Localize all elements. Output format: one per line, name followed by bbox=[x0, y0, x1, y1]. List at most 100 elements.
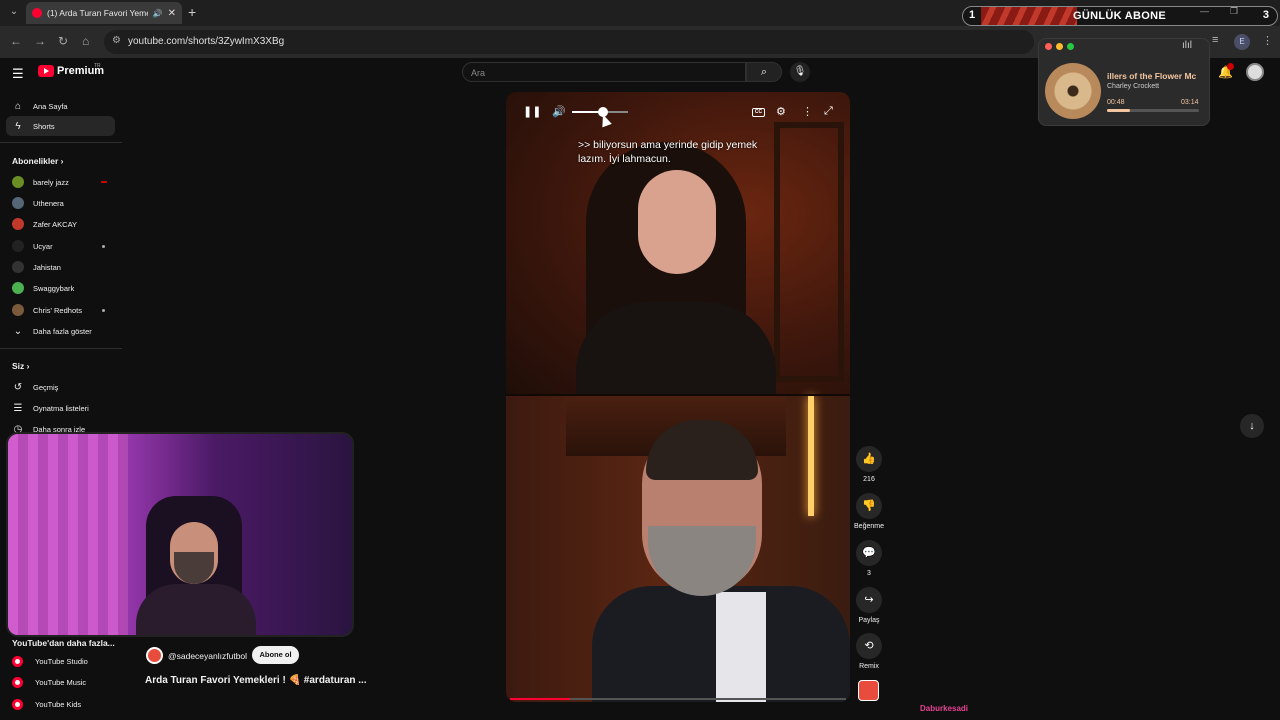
home-browser-icon[interactable]: ⌂ bbox=[82, 34, 89, 48]
remix-icon[interactable]: ⟲ bbox=[856, 633, 882, 659]
voice-search-button[interactable]: 🎙 bbox=[790, 62, 810, 82]
maximize-dot-icon[interactable] bbox=[1067, 43, 1074, 50]
sidebar-item-ucyar[interactable]: Ucyar bbox=[6, 236, 115, 256]
share-action[interactable]: ↪ Paylaş bbox=[852, 587, 886, 624]
subscribe-button[interactable]: Abone ol bbox=[252, 646, 299, 664]
browser-menu-icon[interactable]: ⋮ bbox=[1262, 34, 1273, 47]
background-frame bbox=[774, 122, 844, 382]
sidebar-item-label: Swaggybark bbox=[33, 283, 75, 293]
thumbs-down-icon[interactable]: 👎 bbox=[856, 493, 882, 519]
sidebar-show-more[interactable]: ⌄ Daha fazla göster bbox=[6, 321, 115, 341]
reload-icon[interactable]: ↻ bbox=[58, 34, 68, 48]
album-art-disc bbox=[1045, 63, 1101, 119]
sidebar-item-playlists[interactable]: ☰ Oynatma listeleri bbox=[6, 398, 115, 418]
man-shirt bbox=[716, 592, 766, 702]
maximize-icon[interactable]: ❐ bbox=[1230, 6, 1238, 17]
tab-close-icon[interactable]: ✕ bbox=[168, 8, 176, 19]
channel-avatar bbox=[12, 304, 24, 316]
dislike-action[interactable]: 👎 Beğenme bbox=[852, 493, 886, 530]
song-current-time: 00:48 bbox=[1107, 99, 1125, 106]
sidebar-item-zafer-akcay[interactable]: Zafer AKCAY bbox=[6, 214, 115, 234]
sidebar-item-label: Shorts bbox=[33, 121, 55, 131]
channel-thumbnail-button[interactable] bbox=[858, 680, 879, 701]
channel-name[interactable]: @sadeceyanlızfutbol bbox=[168, 651, 247, 661]
sidebar-divider bbox=[0, 348, 122, 349]
sidebar-item-label: Geçmiş bbox=[33, 382, 59, 392]
sidebar-item-label: barely jazz bbox=[33, 177, 69, 187]
browser-profile-avatar[interactable]: E bbox=[1234, 34, 1250, 50]
close-dot-icon[interactable] bbox=[1045, 43, 1052, 50]
sidebar-item-home[interactable]: ⌂ Ana Sayfa bbox=[6, 96, 115, 116]
playlist-icon: ☰ bbox=[13, 402, 23, 414]
sidebar-item-label: YouTube Music bbox=[35, 677, 87, 687]
channel-avatar bbox=[12, 261, 24, 273]
logo-region: TR bbox=[94, 63, 101, 69]
volume-icon[interactable]: 🔊 bbox=[552, 105, 566, 118]
forward-arrow-icon[interactable]: → bbox=[34, 34, 46, 48]
sidebar-item-uthenera[interactable]: Uthenera bbox=[6, 193, 115, 213]
site-info-icon[interactable]: ⚙ bbox=[112, 35, 121, 46]
browser-tab[interactable]: (1) Arda Turan Favori Yemek 🔊 ✕ bbox=[26, 2, 182, 24]
sidebar-item-youtube-kids[interactable]: YouTube Kids bbox=[12, 696, 81, 712]
now-playing-widget: illers of the Flower Mc Charley Crockett… bbox=[1038, 38, 1210, 126]
account-avatar[interactable] bbox=[1246, 63, 1264, 81]
channel-avatar[interactable] bbox=[146, 647, 163, 664]
shorts-player[interactable]: ❚❚ 🔊 CC ⚙ ⋮ ⤢ >> biliyorsun ama yerinde … bbox=[506, 92, 850, 702]
volume-slider[interactable] bbox=[572, 107, 628, 117]
dislike-label: Beğenme bbox=[854, 523, 884, 530]
sidebar-item-jahistan[interactable]: Jahistan bbox=[6, 257, 115, 277]
sidebar-item-shorts[interactable]: ϟ Shorts bbox=[6, 116, 115, 136]
sidebar-item-chris-redhots[interactable]: Chris' Redhots bbox=[6, 300, 115, 320]
comments-action[interactable]: 💬 3 bbox=[852, 540, 886, 577]
queue-icon[interactable]: ≡ bbox=[1212, 34, 1218, 46]
sidebar-item-youtube-studio[interactable]: YouTube Studio bbox=[12, 653, 88, 669]
back-arrow-icon[interactable]: ← bbox=[10, 34, 22, 48]
notification-badge bbox=[1227, 63, 1234, 70]
minimize-icon[interactable]: — bbox=[1200, 6, 1209, 16]
sidebar-item-barely-jazz[interactable]: barely jazz bbox=[6, 172, 115, 192]
remix-label: Remix bbox=[859, 663, 879, 670]
share-arrow-icon[interactable]: ↪ bbox=[856, 587, 882, 613]
sidebar-item-youtube-music[interactable]: YouTube Music bbox=[12, 674, 86, 690]
youtube-play-icon bbox=[38, 65, 54, 77]
you-heading[interactable]: Siz › bbox=[12, 361, 30, 371]
song-progress-fill bbox=[1107, 109, 1130, 112]
url-field[interactable]: ⚙ youtube.com/shorts/3ZywImX3XBg bbox=[104, 30, 1034, 54]
hamburger-menu-icon[interactable]: ☰ bbox=[12, 66, 24, 82]
sidebar-divider bbox=[0, 142, 122, 143]
youtube-premium-logo[interactable]: Premium TR bbox=[38, 63, 104, 77]
channel-avatar bbox=[12, 218, 24, 230]
minimize-dot-icon[interactable] bbox=[1056, 43, 1063, 50]
like-action[interactable]: 👍 216 bbox=[852, 446, 886, 483]
subscriptions-heading[interactable]: Abonelikler › bbox=[12, 156, 64, 166]
window-dots bbox=[1045, 43, 1074, 50]
tab-audio-icon[interactable]: 🔊 bbox=[153, 9, 163, 18]
thumbs-up-icon[interactable]: 👍 bbox=[856, 446, 882, 472]
video-progress-bar[interactable] bbox=[510, 698, 846, 700]
next-video-arrow-icon[interactable]: ↓ bbox=[1240, 414, 1264, 438]
search-button[interactable]: ⌕ bbox=[746, 62, 782, 82]
pause-icon[interactable]: ❚❚ bbox=[523, 105, 541, 118]
fullscreen-icon[interactable]: ⤢ bbox=[824, 105, 833, 118]
search-input[interactable] bbox=[471, 66, 731, 79]
captions-icon[interactable]: CC bbox=[752, 108, 765, 117]
video-progress-fill bbox=[510, 698, 571, 700]
video-caption: >> biliyorsun ama yerinde gidip yemek la… bbox=[578, 139, 758, 165]
new-tab-plus-icon[interactable]: + bbox=[188, 4, 196, 20]
comment-icon[interactable]: 💬 bbox=[856, 540, 882, 566]
tab-search-chevron-icon[interactable]: ⌄ bbox=[6, 6, 22, 20]
webcam-streamer-body bbox=[136, 584, 256, 635]
song-progress-bar bbox=[1107, 109, 1199, 112]
remix-action[interactable]: ⟲ Remix bbox=[852, 633, 886, 670]
youtube-studio-icon bbox=[12, 655, 23, 667]
video-title[interactable]: Arda Turan Favori Yemekleri ! 🍕 #ardatur… bbox=[145, 675, 367, 686]
sidebar-item-label: YouTube Kids bbox=[35, 699, 82, 709]
song-total-time: 03:14 bbox=[1181, 99, 1199, 106]
more-options-icon[interactable]: ⋮ bbox=[802, 105, 813, 118]
sidebar-item-history[interactable]: ↺ Geçmiş bbox=[6, 377, 115, 397]
comment-count: 3 bbox=[867, 570, 871, 577]
subscriptions-title: Abonelikler bbox=[12, 156, 59, 166]
sidebar-item-swaggybark[interactable]: Swaggybark bbox=[6, 278, 115, 298]
sidebar-item-label: Chris' Redhots bbox=[33, 305, 82, 315]
settings-gear-icon[interactable]: ⚙ bbox=[776, 105, 786, 118]
